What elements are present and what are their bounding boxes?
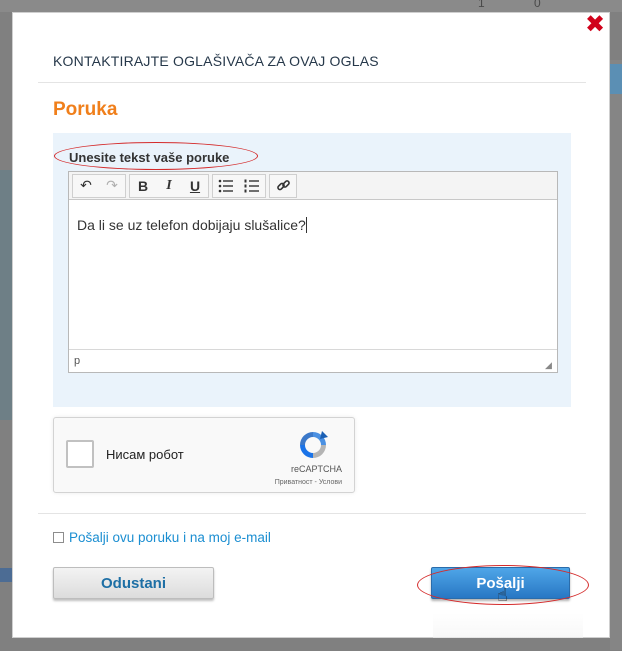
- email-copy-option[interactable]: Pošalji ovu poruku i na moj e-mail: [53, 530, 271, 545]
- recaptcha-logo-icon: [300, 431, 328, 458]
- undo-icon[interactable]: ↶: [73, 175, 99, 197]
- recaptcha-widget: Нисам робот reCAPTCHA Приватност - Услов…: [53, 417, 355, 493]
- background-counter: 0: [534, 0, 541, 10]
- recaptcha-links[interactable]: Приватност - Услови: [275, 479, 342, 486]
- bold-button[interactable]: B: [130, 175, 156, 197]
- modal-title: KONTAKTIRAJTE OGLAŠIVAČA ZA OVAJ OGLAS: [53, 53, 379, 69]
- email-copy-label[interactable]: Pošalji ovu poruku i na moj e-mail: [69, 530, 271, 545]
- message-text: Da li se uz telefon dobijaju slušalice?: [77, 217, 306, 233]
- message-editor: ↶ ↷ B I U Da li se uz telefon dobijaju s…: [68, 171, 558, 373]
- recaptcha-label: Нисам робот: [106, 447, 184, 462]
- link-icon[interactable]: [270, 175, 296, 197]
- editor-statusbar: p ◢: [69, 350, 557, 372]
- numbered-list-icon[interactable]: [239, 175, 265, 197]
- link-group: [269, 173, 297, 198]
- form-divider: [38, 513, 586, 514]
- background-counter: 1: [478, 0, 485, 10]
- italic-button[interactable]: I: [156, 175, 182, 197]
- recaptcha-checkbox[interactable]: [66, 440, 94, 468]
- format-group: B I U: [129, 173, 209, 198]
- history-group: ↶ ↷: [72, 173, 126, 198]
- text-caret: [305, 217, 307, 233]
- resize-handle-icon[interactable]: ◢: [545, 360, 555, 370]
- title-divider: [38, 82, 586, 83]
- email-copy-checkbox[interactable]: [53, 532, 64, 543]
- message-label: Unesite tekst vaše poruke: [69, 150, 230, 165]
- list-group: [212, 173, 266, 198]
- close-icon[interactable]: ✖: [585, 13, 605, 37]
- element-path: p: [74, 355, 81, 367]
- recaptcha-brand: reCAPTCHA: [290, 464, 342, 474]
- section-title: Poruka: [53, 99, 118, 120]
- contact-modal: ✖ KONTAKTIRAJTE OGLAŠIVAČA ZA OVAJ OGLAS…: [12, 12, 610, 638]
- redo-icon[interactable]: ↷: [99, 175, 125, 197]
- underline-button[interactable]: U: [182, 175, 208, 197]
- message-textarea[interactable]: Da li se uz telefon dobijaju slušalice?: [69, 200, 557, 350]
- background-link: [0, 568, 12, 582]
- background-strip: [610, 60, 622, 650]
- cancel-button[interactable]: Odustani: [53, 567, 214, 599]
- decorative-fade: [433, 613, 583, 638]
- editor-toolbar: ↶ ↷ B I U: [69, 172, 557, 200]
- background-topbar: 1 0: [0, 0, 622, 12]
- send-button[interactable]: Pošalji: [431, 567, 570, 599]
- compose-panel: Unesite tekst vaše poruke ↶ ↷ B I U Da l…: [53, 133, 571, 407]
- bullet-list-icon[interactable]: [213, 175, 239, 197]
